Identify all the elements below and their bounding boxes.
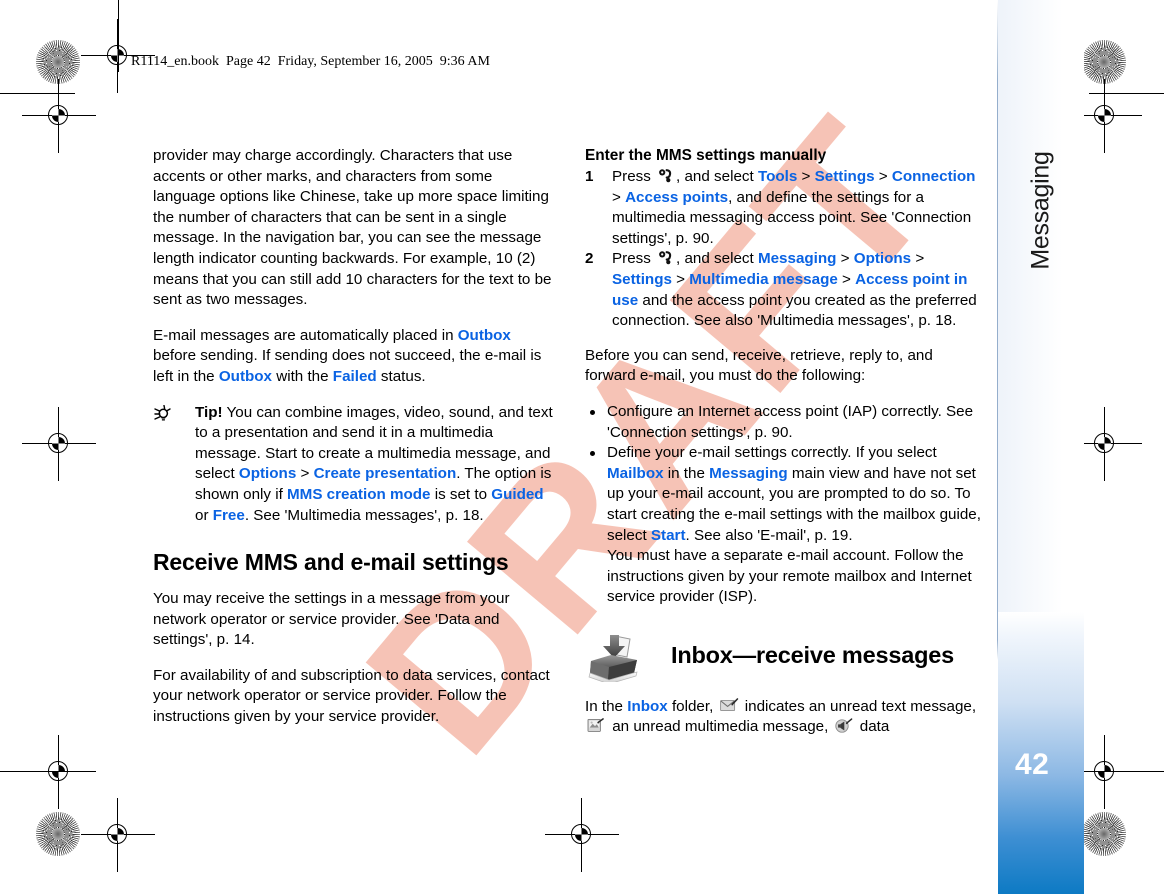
unread-multimedia-message-icon (587, 718, 606, 733)
step2-text-2: , and select (676, 250, 758, 268)
step2-sep-1: > (836, 250, 854, 268)
inbox-text-3: indicates an unread text message, (740, 697, 977, 715)
menu-key-icon (658, 168, 673, 183)
step2-text-1: Press (612, 250, 656, 268)
link-messaging[interactable]: Messaging (758, 250, 837, 267)
running-header-text: R1114_en.book Page 42 Friday, September … (131, 54, 490, 69)
sidebar-wash (998, 0, 1084, 640)
inbox-section-header: Inbox—receive messages (585, 632, 985, 685)
lightbulb-icon (153, 404, 179, 423)
link-access-points[interactable]: Access points (625, 189, 728, 206)
paragraph-characters-limit: provider may charge accordingly. Charact… (153, 146, 557, 311)
bullet-item-iap: Configure an Internet access point (IAP)… (585, 402, 985, 443)
mms-settings-steps-list: 1 Press , and select Tools > Settings > C… (585, 167, 985, 332)
link-connection[interactable]: Connection (892, 168, 976, 185)
bullet-item-email-settings: Define your e-mail settings correctly. I… (585, 443, 985, 608)
subheading-enter-mms-settings: Enter the MMS settings manually (585, 147, 827, 164)
page-number: 42 (1015, 748, 1050, 781)
paragraph-receive-settings: You may receive the settings in a messag… (153, 590, 510, 649)
step1-text-2: , and select (676, 168, 758, 185)
bullet-iap-text: Configure an Internet access point (IAP)… (607, 402, 974, 441)
outbox-text-3: with the (272, 367, 333, 385)
data-message-icon (834, 718, 854, 734)
link-tools[interactable]: Tools (758, 168, 797, 185)
step-item-1: 1 Press , and select Tools > Settings > C… (585, 167, 985, 249)
bullet2-text-5: You must have a separate e-mail account.… (607, 547, 972, 606)
paragraph-before-send: Before you can send, receive, retrieve, … (585, 346, 933, 385)
step1-sep-3: > (612, 188, 626, 206)
registration-target-bottom-left (81, 798, 155, 872)
tip-text-4: or (195, 506, 213, 524)
step2-sep-4: > (837, 270, 856, 288)
paragraph-availability: For availability of and subscription to … (153, 666, 550, 726)
paragraph-outbox: E-mail messages are automatically placed… (153, 326, 557, 388)
inbox-text-1: In the (585, 697, 628, 715)
bullet2-text-1: Define your e-mail settings correctly. I… (607, 444, 937, 462)
link-outbox-2[interactable]: Outbox (219, 368, 272, 385)
link-options-2[interactable]: Options (854, 250, 911, 267)
registration-target-bottom-center (545, 798, 619, 872)
link-mms-creation-mode[interactable]: MMS creation mode (287, 486, 430, 503)
step1-sep-2: > (874, 168, 892, 185)
chapter-title: Messaging (1026, 151, 1055, 270)
tip-block: Tip! You can combine images, video, soun… (153, 403, 557, 527)
step-number-2: 2 (585, 250, 594, 268)
heading-receive-mms-email-settings: Receive MMS and e-mail settings (153, 549, 509, 576)
left-text-column: provider may charge accordingly. Charact… (153, 146, 557, 743)
registration-starburst-top-left (36, 40, 80, 84)
registration-target-left-center (22, 407, 96, 481)
tip-label: Tip! (195, 403, 223, 421)
step2-sep-2: > (911, 250, 925, 268)
step1-text-1: Press (612, 168, 656, 185)
step-number-1: 1 (585, 168, 594, 185)
trim-mark-top-left (118, 0, 119, 72)
tip-text-5: . See 'Multimedia messages', p. 18. (244, 506, 484, 524)
sidebar-rule (997, 0, 998, 894)
link-create-presentation[interactable]: Create presentation (314, 465, 457, 482)
link-messaging-2[interactable]: Messaging (709, 465, 788, 482)
link-settings[interactable]: Settings (815, 168, 875, 185)
document-page: R1114_en.book Page 42 Friday, September … (0, 0, 1164, 894)
step1-sep-1: > (797, 168, 815, 185)
link-start[interactable]: Start (651, 527, 686, 544)
inbox-tray-icon (585, 632, 641, 685)
step-item-2: 2 Press , and select Messaging > Options … (585, 249, 985, 331)
link-options[interactable]: Options (239, 465, 296, 482)
inbox-text-5: data (855, 718, 890, 736)
chapter-sidebar: Messaging 42 (997, 0, 1164, 894)
registration-starburst-bottom-left (36, 812, 80, 856)
link-settings-2[interactable]: Settings (612, 271, 672, 288)
inbox-text-4: an unread multimedia message, (608, 718, 833, 736)
link-free[interactable]: Free (213, 507, 245, 524)
inbox-text-2: folder, (667, 697, 718, 715)
link-guided[interactable]: Guided (491, 486, 543, 503)
menu-key-icon (658, 250, 673, 265)
trim-mark-left-upper (0, 93, 75, 94)
link-multimedia-message[interactable]: Multimedia message (689, 271, 838, 288)
bullet-dot-icon (590, 451, 595, 457)
tip-sep-1: > (296, 465, 314, 483)
outbox-text-4: status. (376, 367, 426, 385)
bullet2-text-4: . See also 'E-mail', p. 19. (685, 526, 853, 544)
link-failed[interactable]: Failed (333, 368, 377, 385)
bullet-dot-icon (590, 409, 595, 415)
right-text-column: Enter the MMS settings manually 1 Press ,… (585, 146, 985, 753)
tip-text-3: is set to (430, 485, 492, 503)
registration-target-left-lower (22, 735, 96, 809)
outbox-text-1: E-mail messages are automatically placed… (153, 326, 458, 344)
step2-sep-3: > (671, 270, 690, 288)
unread-text-message-icon (719, 698, 739, 713)
heading-inbox-receive-messages: Inbox—receive messages (671, 641, 954, 668)
bullet2-text-2: in the (663, 464, 710, 482)
paragraph-inbox-icons: In the Inbox folder, indicates an unread… (585, 697, 985, 738)
paragraph-characters-limit-text: provider may charge accordingly. Charact… (153, 147, 552, 309)
email-prerequisites-list: Configure an Internet access point (IAP)… (585, 402, 985, 608)
link-mailbox[interactable]: Mailbox (607, 465, 664, 482)
step2-text-3: and the access point you created as the … (612, 291, 977, 330)
registration-target-left-middle (22, 79, 96, 153)
link-inbox[interactable]: Inbox (627, 698, 668, 715)
trim-mark-left-lower (0, 771, 75, 772)
link-outbox-1[interactable]: Outbox (458, 327, 511, 344)
